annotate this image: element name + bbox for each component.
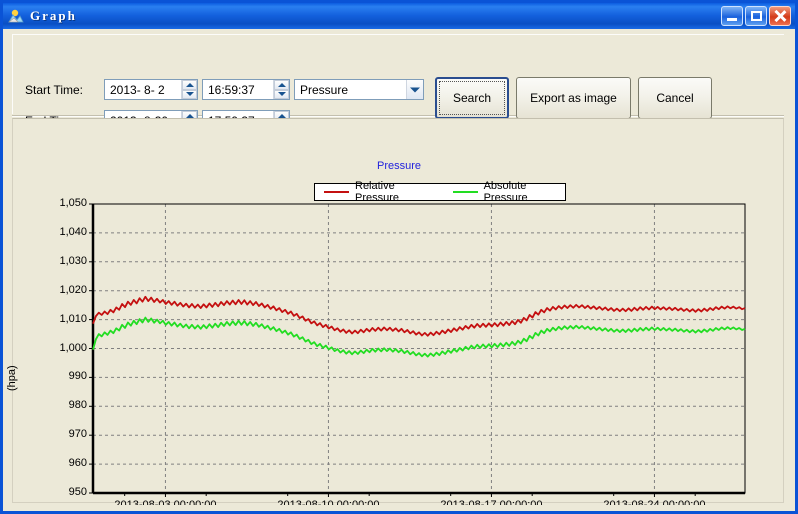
start-clock-spinner[interactable]: [273, 80, 289, 99]
measure-select[interactable]: Pressure: [294, 79, 424, 100]
start-date-input[interactable]: 2013- 8- 2: [104, 79, 198, 100]
measure-select-value: Pressure: [295, 83, 406, 97]
start-time-label: Start Time:: [25, 83, 83, 97]
graph-app-icon: [8, 8, 24, 24]
graph-window: Graph Start Time: End Time: 2013- 8- 2 1…: [0, 0, 798, 514]
title-bar: Graph: [3, 3, 795, 29]
client-area: Start Time: End Time: 2013- 8- 2 16:59:3…: [3, 29, 795, 511]
start-clock-down-icon[interactable]: [274, 90, 289, 100]
window-controls: [721, 6, 791, 26]
start-clock-value: 16:59:37: [203, 83, 273, 97]
chevron-down-icon[interactable]: [406, 80, 423, 99]
start-date-down-icon[interactable]: [182, 90, 197, 100]
focus-ring: [439, 81, 505, 115]
maximize-button[interactable]: [745, 6, 767, 26]
pressure-chart: Pressure Relative Pressure Absolute Pres…: [13, 119, 785, 504]
plot-area: [13, 119, 785, 504]
minimize-button[interactable]: [721, 6, 743, 26]
cancel-button[interactable]: Cancel: [638, 77, 712, 119]
start-clock-up-icon[interactable]: [274, 80, 289, 90]
status-strip: [3, 505, 795, 511]
start-date-value: 2013- 8- 2: [105, 83, 181, 97]
cancel-button-label: Cancel: [656, 91, 693, 105]
export-button-label: Export as image: [530, 91, 617, 105]
close-button[interactable]: [769, 6, 791, 26]
export-as-image-button[interactable]: Export as image: [516, 77, 631, 119]
search-button[interactable]: Search: [435, 77, 509, 119]
start-date-up-icon[interactable]: [182, 80, 197, 90]
chart-panel: Pressure Relative Pressure Absolute Pres…: [12, 118, 784, 503]
start-date-spinner[interactable]: [181, 80, 197, 99]
start-clock-input[interactable]: 16:59:37: [202, 79, 290, 100]
window-title: Graph: [30, 8, 77, 24]
